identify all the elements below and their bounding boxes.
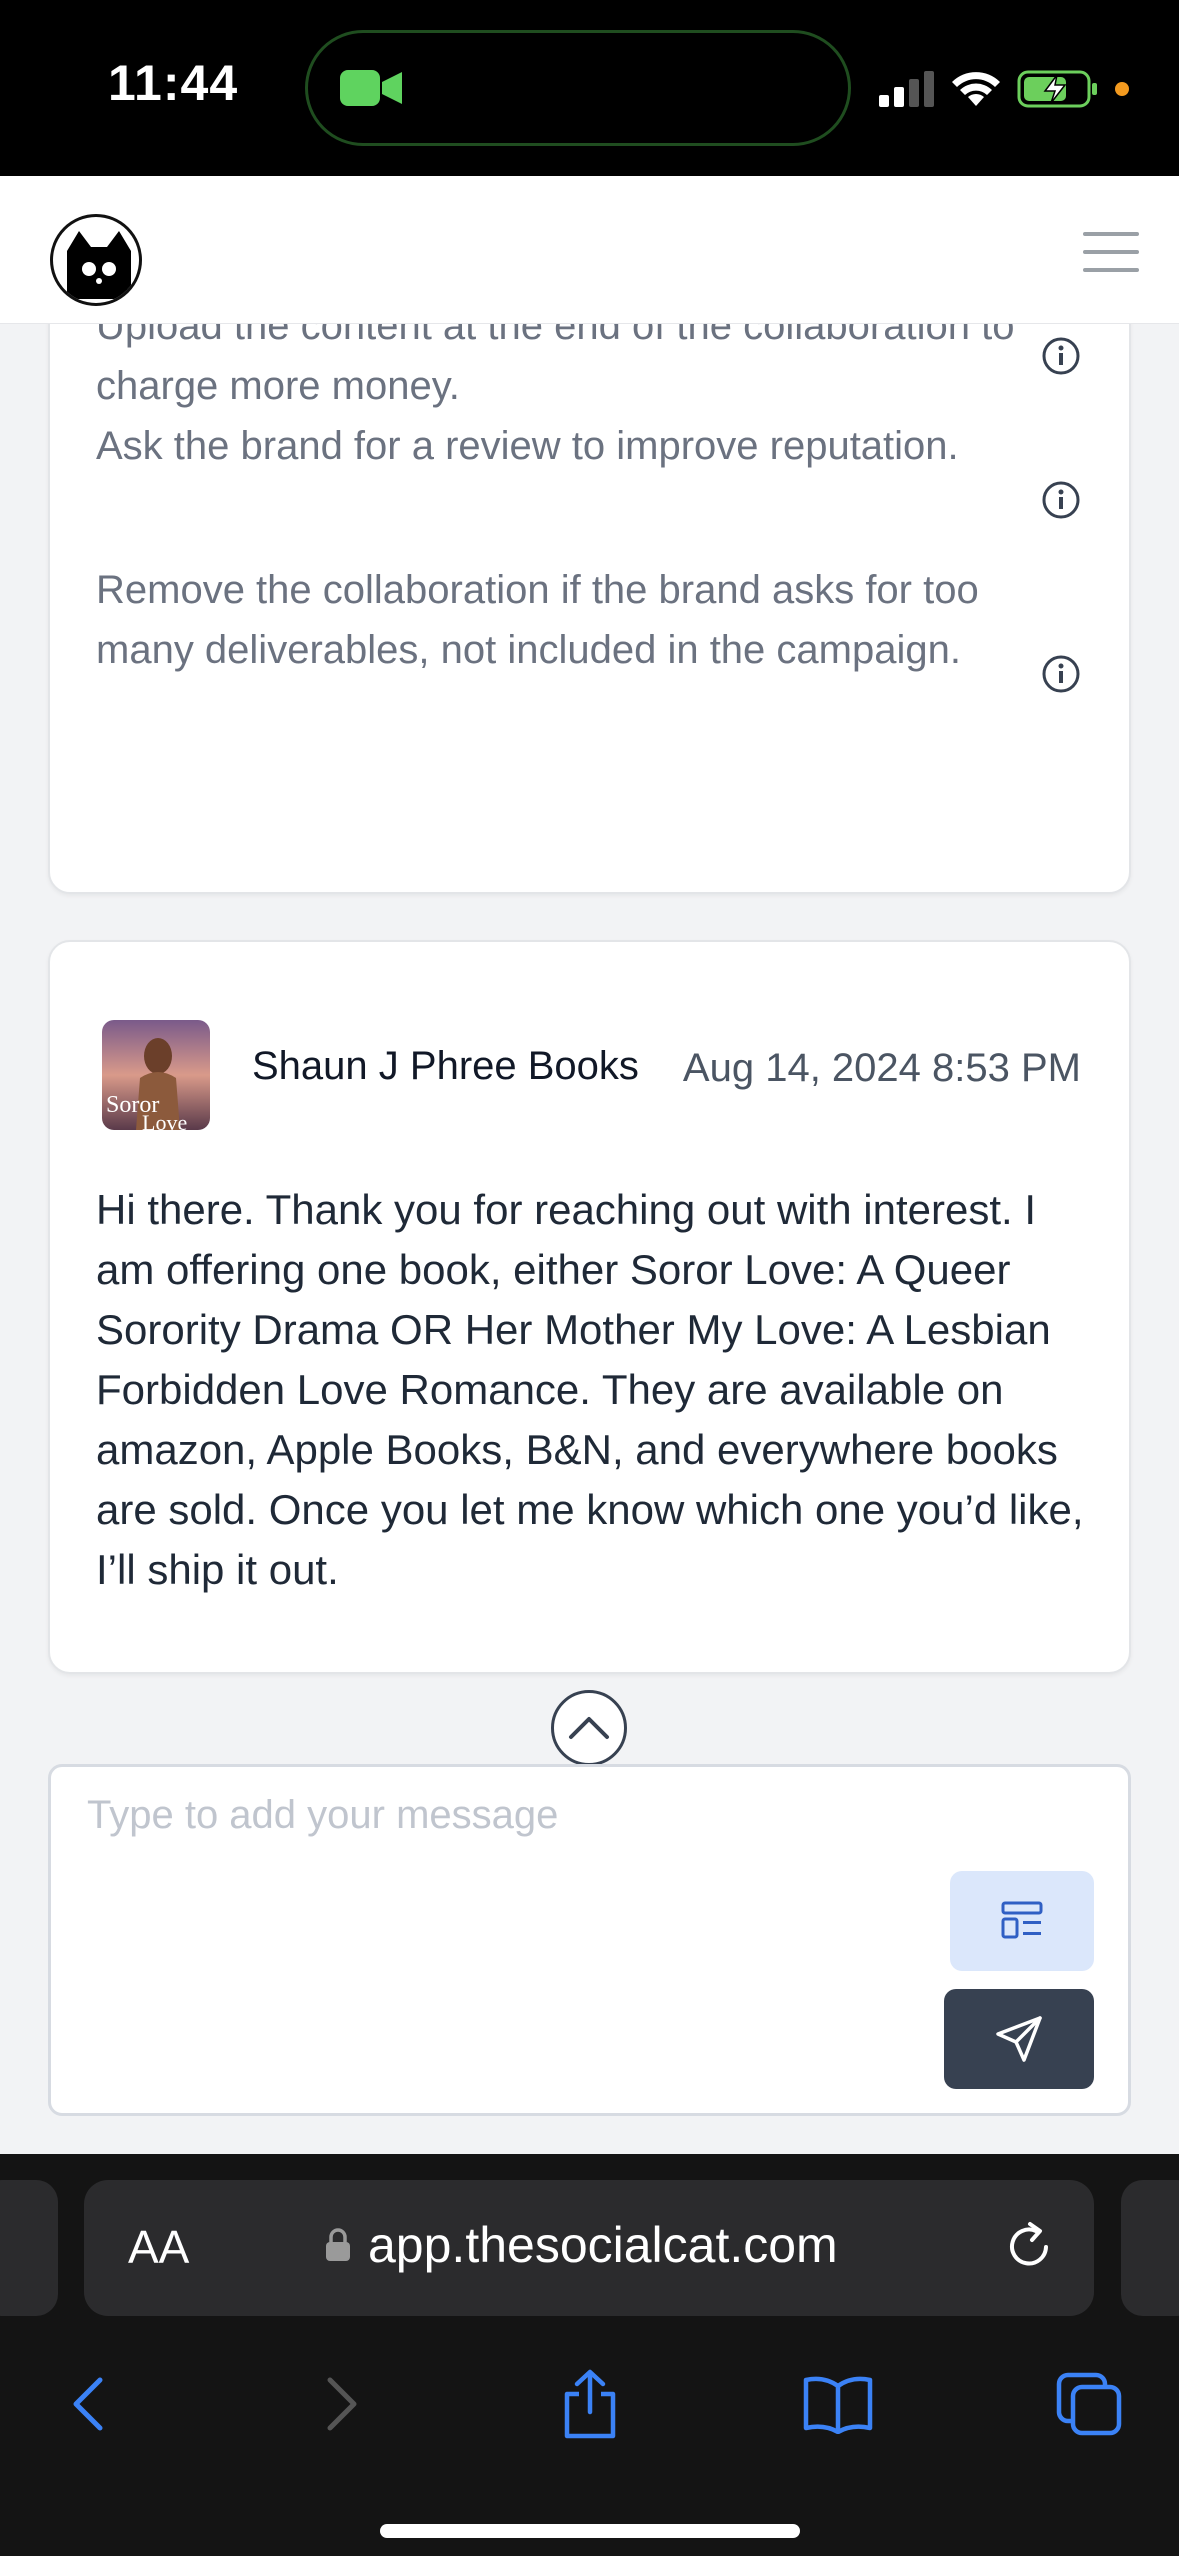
chevron-left-icon bbox=[73, 2377, 103, 2431]
tips-card: Upload the content at the end of the col… bbox=[48, 324, 1131, 894]
message-composer bbox=[48, 1764, 1131, 2116]
recording-indicator bbox=[1115, 82, 1129, 96]
templates-button[interactable] bbox=[950, 1871, 1094, 1971]
url-display[interactable]: app.thesocialcat.com bbox=[324, 2216, 838, 2274]
sender-name: Shaun J Phree Books bbox=[252, 1044, 639, 1088]
info-icon[interactable] bbox=[1041, 336, 1081, 376]
forward-button[interactable] bbox=[304, 2366, 380, 2442]
reload-icon[interactable] bbox=[1002, 2220, 1056, 2274]
url-text: app.thesocialcat.com bbox=[368, 2217, 838, 2273]
app-header bbox=[0, 176, 1179, 324]
reader-options-button[interactable]: AA bbox=[128, 2220, 189, 2274]
scroll-up-button[interactable] bbox=[551, 1690, 627, 1766]
tabs-icon bbox=[1056, 2372, 1122, 2436]
home-indicator bbox=[380, 2524, 800, 2538]
battery-charging-icon bbox=[1017, 70, 1097, 108]
back-button[interactable] bbox=[50, 2366, 126, 2442]
sender-avatar: Soror Love bbox=[102, 1020, 210, 1130]
info-icon[interactable] bbox=[1041, 480, 1081, 520]
chevron-up-icon bbox=[569, 1717, 609, 1739]
message-card: Soror Love Shaun J Phree Books Aug 14, 2… bbox=[48, 940, 1131, 1674]
next-tab-preview[interactable] bbox=[1121, 2180, 1179, 2316]
message-body: Hi there. Thank you for reaching out wit… bbox=[96, 1186, 1084, 1593]
chat-content: Upload the content at the end of the col… bbox=[0, 324, 1179, 2154]
message-input[interactable] bbox=[87, 1793, 967, 2073]
status-icons bbox=[879, 64, 1129, 114]
book-icon bbox=[803, 2376, 873, 2434]
send-icon bbox=[996, 2016, 1042, 2062]
template-list-icon bbox=[1001, 1901, 1043, 1939]
cellular-signal-icon bbox=[879, 71, 934, 107]
svg-text:Love: Love bbox=[142, 1110, 187, 1130]
share-button[interactable] bbox=[552, 2366, 628, 2442]
bookmarks-button[interactable] bbox=[800, 2366, 876, 2442]
previous-tab-preview[interactable] bbox=[0, 2180, 58, 2316]
wifi-icon bbox=[952, 72, 1000, 106]
lock-icon bbox=[326, 2228, 350, 2261]
share-icon bbox=[564, 2369, 616, 2439]
status-bar: 11:44 bbox=[0, 0, 1179, 176]
menu-icon[interactable] bbox=[1083, 232, 1139, 272]
address-bar[interactable]: AA app.thesocialcat.com bbox=[84, 2180, 1094, 2316]
socialcat-logo-icon[interactable] bbox=[50, 214, 142, 306]
status-time: 11:44 bbox=[108, 55, 239, 111]
screen: 11:44 Upload the content at the end of t… bbox=[0, 0, 1179, 2556]
facetime-camera-icon bbox=[340, 70, 402, 106]
tip-text: Upload the content at the end of the col… bbox=[96, 324, 1015, 408]
message-timestamp: Aug 14, 2024 8:53 PM bbox=[682, 1046, 1081, 1090]
tip-text: Ask the brand for a review to improve re… bbox=[96, 424, 959, 468]
info-icon[interactable] bbox=[1041, 654, 1081, 694]
browser-toolbar: AA app.thesocialcat.com bbox=[0, 2154, 1179, 2556]
chevron-right-icon bbox=[327, 2377, 357, 2431]
send-button[interactable] bbox=[944, 1989, 1094, 2089]
browser-nav-row bbox=[0, 2350, 1179, 2460]
tabs-button[interactable] bbox=[1052, 2366, 1128, 2442]
tip-text: Remove the collaboration if the brand as… bbox=[96, 568, 979, 672]
